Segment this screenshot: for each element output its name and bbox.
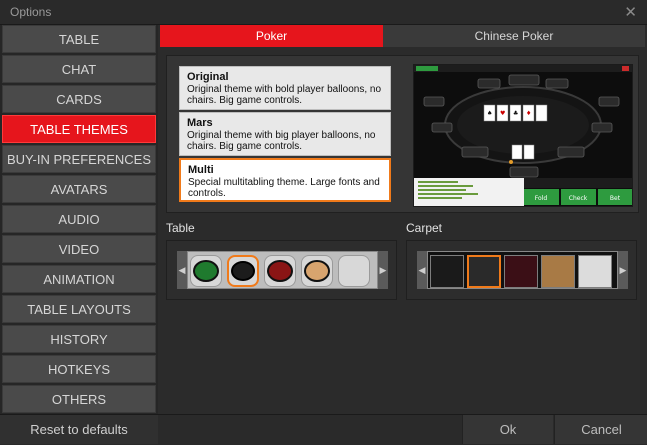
theme-description: Original theme with bold player balloons… (187, 84, 381, 106)
ok-button[interactable]: Ok (462, 415, 553, 444)
preview-fold-button: Fold (535, 195, 548, 202)
window-title: Options (10, 5, 52, 19)
carpet-swatch-charcoal[interactable] (467, 255, 501, 288)
sidebar-item-table-themes[interactable]: TABLE THEMES (2, 115, 156, 143)
svg-text:♣: ♣ (513, 110, 518, 117)
reset-defaults-button[interactable]: Reset to defaults (0, 415, 158, 444)
sidebar-item-table-layouts[interactable]: TABLE LAYOUTS (2, 295, 156, 323)
svg-text:♥: ♥ (500, 110, 505, 117)
table-swatch-black[interactable] (227, 255, 259, 287)
theme-preview: ♠ ♥ ♣ ♦ Fold Check Bet (413, 64, 633, 207)
table-red-icon (267, 260, 293, 282)
theme-option-multi[interactable]: Multi Special multitabling theme. Large … (179, 158, 391, 202)
main-content: Poker Chinese Poker Original Original th… (158, 25, 647, 414)
theme-option-mars[interactable]: Mars Original theme with big player ball… (179, 112, 391, 156)
scroll-left-icon[interactable]: ◀ (417, 251, 427, 289)
carpet-swatch-strip: ◀ ▶ (406, 240, 637, 300)
table-section-label: Table (166, 221, 195, 235)
sidebar-item-cards[interactable]: CARDS (2, 85, 156, 113)
table-preview-illustration: ♠ ♥ ♣ ♦ Fold Check Bet (414, 65, 632, 206)
carpet-swatch-light[interactable] (578, 255, 612, 288)
sidebar-item-chat[interactable]: CHAT (2, 55, 156, 83)
table-black-icon (231, 261, 255, 281)
title-bar: Options ✕ (0, 0, 647, 25)
theme-panel: Original Original theme with bold player… (166, 55, 639, 213)
preview-check-button: Check (569, 195, 588, 202)
scroll-right-icon[interactable]: ▶ (378, 251, 388, 289)
table-swatch-green[interactable] (190, 255, 222, 287)
carpet-section-label: Carpet (406, 221, 443, 235)
svg-text:♦: ♦ (526, 110, 531, 117)
close-icon[interactable]: ✕ (624, 3, 637, 21)
sidebar-item-buy-in-preferences[interactable]: BUY-IN PREFERENCES (2, 145, 156, 173)
cancel-button[interactable]: Cancel (554, 415, 647, 444)
tab-poker[interactable]: Poker (160, 25, 383, 47)
table-swatch-tan[interactable] (301, 255, 333, 287)
theme-name: Mars (187, 117, 213, 129)
sidebar-item-animation[interactable]: ANIMATION (2, 265, 156, 293)
options-window: Options ✕ TABLE CHAT CARDS TABLE THEMES … (0, 0, 647, 445)
scroll-left-icon[interactable]: ◀ (177, 251, 187, 289)
svg-text:♠: ♠ (487, 110, 492, 117)
table-swatch-list (187, 251, 378, 289)
sidebar-item-video[interactable]: VIDEO (2, 235, 156, 263)
tab-chinese-poker[interactable]: Chinese Poker (383, 25, 645, 47)
sidebar: TABLE CHAT CARDS TABLE THEMES BUY-IN PRE… (0, 25, 158, 414)
theme-name: Original (187, 71, 229, 83)
carpet-swatch-list (427, 251, 618, 289)
sidebar-item-avatars[interactable]: AVATARS (2, 175, 156, 203)
table-swatch-red[interactable] (264, 255, 296, 287)
table-swatch-empty[interactable] (338, 255, 370, 287)
carpet-swatch-dark[interactable] (430, 255, 464, 288)
preview-bet-button: Bet (610, 195, 621, 202)
table-tan-icon (304, 260, 330, 282)
sidebar-item-history[interactable]: HISTORY (2, 325, 156, 353)
sidebar-item-audio[interactable]: AUDIO (2, 205, 156, 233)
table-green-icon (193, 260, 219, 282)
theme-option-original[interactable]: Original Original theme with bold player… (179, 66, 391, 110)
sidebar-item-others[interactable]: OTHERS (2, 385, 156, 413)
table-swatch-strip: ◀ ▶ (166, 240, 397, 300)
carpet-swatch-cork[interactable] (541, 255, 575, 288)
carpet-swatch-maroon[interactable] (504, 255, 538, 288)
sidebar-item-table[interactable]: TABLE (2, 25, 156, 53)
sidebar-item-hotkeys[interactable]: HOTKEYS (2, 355, 156, 383)
theme-description: Special multitabling theme. Large fonts … (188, 177, 380, 199)
theme-name: Multi (188, 164, 214, 176)
scroll-right-icon[interactable]: ▶ (618, 251, 628, 289)
theme-description: Original theme with big player balloons,… (187, 130, 376, 152)
